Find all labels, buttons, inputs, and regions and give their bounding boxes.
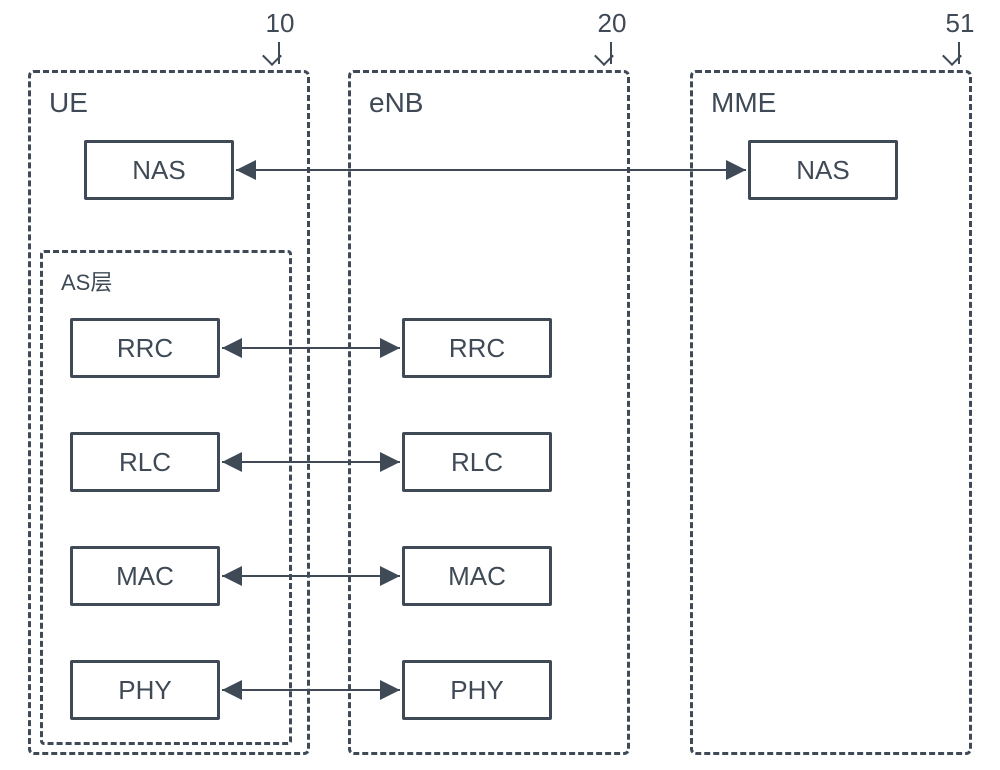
nas-ue-block: NAS bbox=[84, 140, 234, 200]
ref-label-ue: 10 bbox=[250, 8, 310, 39]
rrc-enb-block: RRC bbox=[402, 318, 552, 378]
ref-tick-enb bbox=[610, 42, 612, 64]
ref-label-enb: 20 bbox=[582, 8, 642, 39]
phy-enb-block: PHY bbox=[402, 660, 552, 720]
rlc-ue-block: RLC bbox=[70, 432, 220, 492]
mac-ue-block: MAC bbox=[70, 546, 220, 606]
ref-tick-ue bbox=[278, 42, 280, 64]
column-title-mme: MME bbox=[711, 87, 776, 119]
column-title-enb: eNB bbox=[369, 87, 423, 119]
ref-tick-mme bbox=[958, 42, 960, 64]
column-title-ue: UE bbox=[49, 87, 88, 119]
ref-label-mme: 51 bbox=[930, 8, 990, 39]
rlc-enb-block: RLC bbox=[402, 432, 552, 492]
mac-enb-block: MAC bbox=[402, 546, 552, 606]
as-layer-label: AS层 bbox=[61, 265, 112, 297]
diagram-canvas: 10 20 51 UE eNB MME AS层 NAS NAS RRC RRC … bbox=[0, 0, 1000, 770]
phy-ue-block: PHY bbox=[70, 660, 220, 720]
rrc-ue-block: RRC bbox=[70, 318, 220, 378]
nas-mme-block: NAS bbox=[748, 140, 898, 200]
column-enb: eNB bbox=[348, 70, 630, 755]
